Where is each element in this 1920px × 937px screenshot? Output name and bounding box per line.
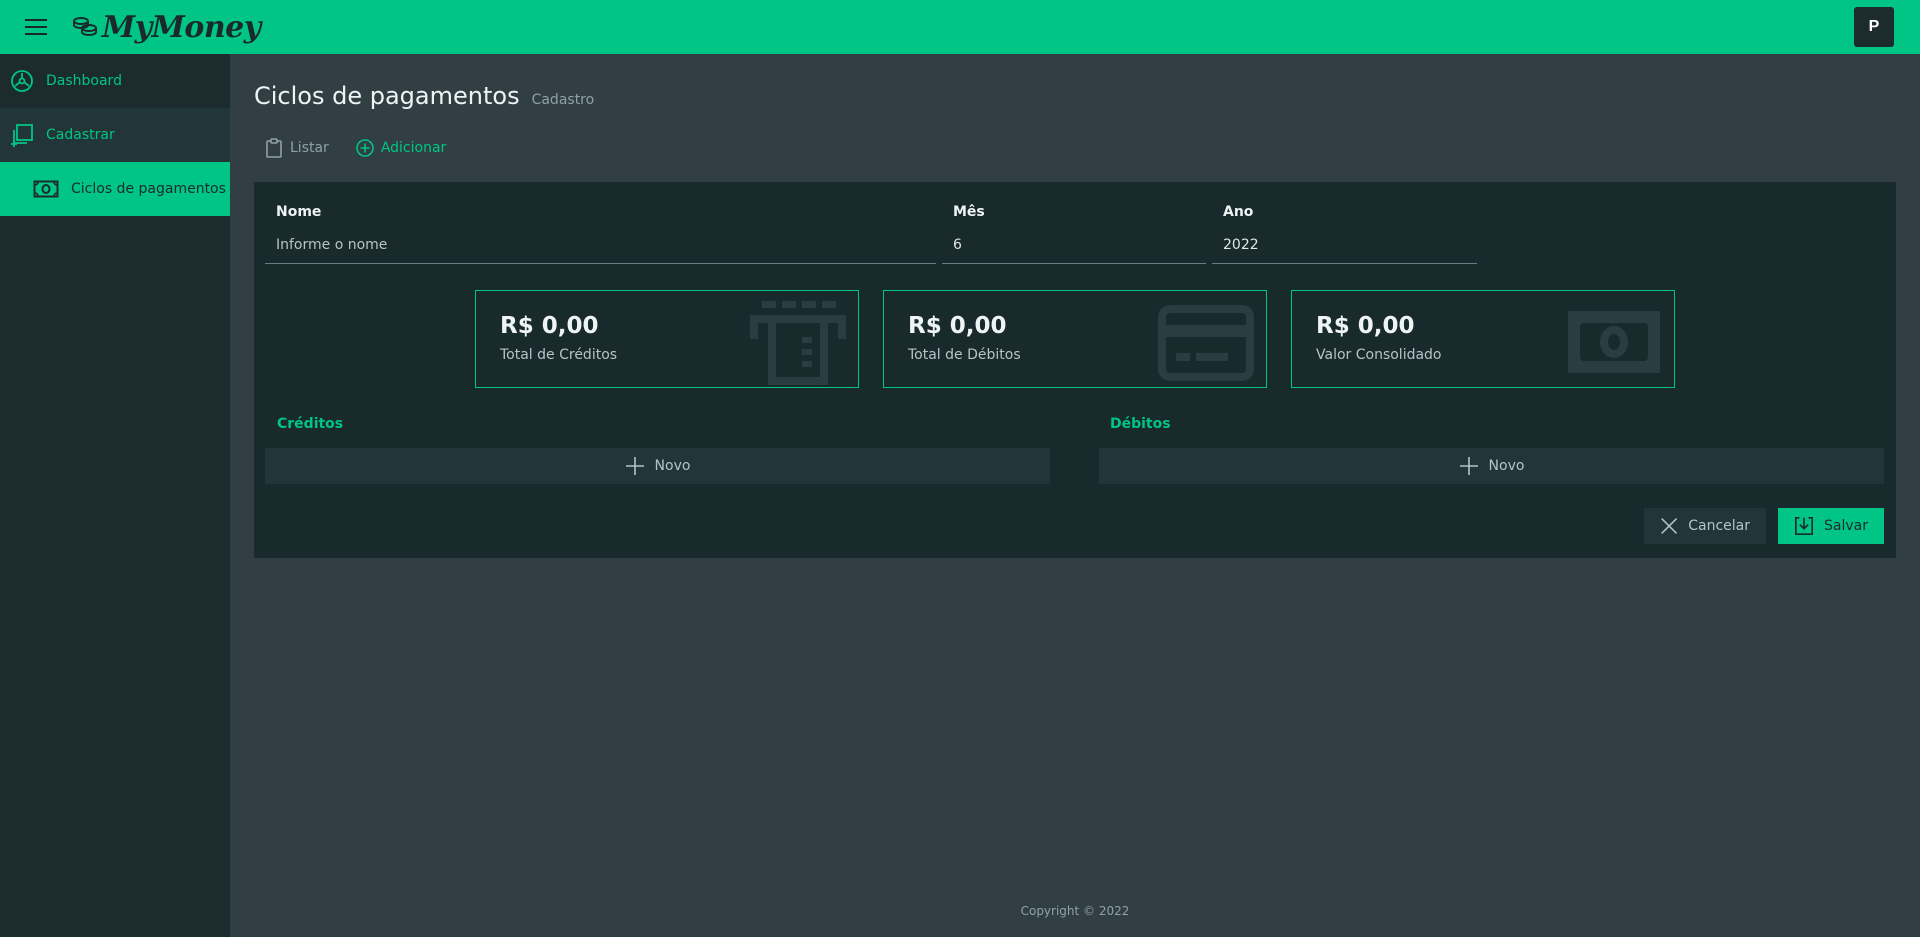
close-icon [1661, 518, 1678, 534]
sidebar-item-label: Cadastrar [46, 127, 115, 143]
sidebar-item-cadastrar[interactable]: Cadastrar [0, 108, 230, 162]
atm-icon [750, 301, 846, 385]
sidebar-item-label: Dashboard [46, 73, 122, 89]
cancel-button[interactable]: Cancelar [1644, 508, 1766, 544]
page-header: Ciclos de pagamentos Cadastro [254, 82, 594, 110]
hamburger-icon [25, 19, 47, 35]
name-label: Nome [276, 204, 322, 220]
form-panel: Nome Mês Ano R$ 0,00 Total de Créditos [254, 182, 1896, 558]
summary-debits-value: R$ 0,00 [908, 313, 1007, 339]
top-bar: MyMoney P [0, 0, 1920, 54]
money-bill-icon [1568, 311, 1660, 373]
add-debit-label: Novo [1488, 458, 1525, 474]
summary-credits-box: R$ 0,00 Total de Créditos [475, 290, 859, 388]
sidebar-item-ciclos-de-pagamentos[interactable]: Ciclos de pagamentos [0, 162, 230, 216]
credit-card-icon [1158, 305, 1254, 381]
summary-consolidated-label: Valor Consolidado [1316, 347, 1442, 363]
plus-circle-icon [356, 139, 374, 157]
sidebar-item-dashboard[interactable]: Dashboard [0, 54, 230, 108]
tab-listar[interactable]: Listar [264, 138, 329, 158]
tab-adicionar[interactable]: Adicionar [355, 138, 446, 158]
tab-bar: Listar Adicionar [264, 138, 446, 158]
debits-title: Débitos [1110, 416, 1171, 432]
coins-icon [73, 17, 97, 37]
page-subtitle: Cadastro [531, 92, 595, 108]
month-input[interactable] [942, 237, 1206, 264]
summary-debits-box: R$ 0,00 Total de Débitos [883, 290, 1267, 388]
tab-label: Listar [290, 140, 329, 156]
save-button[interactable]: Salvar [1778, 508, 1884, 544]
plus-icon [625, 457, 644, 475]
summary-credits-value: R$ 0,00 [500, 313, 599, 339]
add-debit-button[interactable]: Novo [1099, 448, 1884, 484]
sidebar-item-label: Ciclos de pagamentos [71, 181, 226, 197]
plus-icon [1459, 457, 1478, 475]
summary-consolidated-box: R$ 0,00 Valor Consolidado [1291, 290, 1675, 388]
save-label: Salvar [1824, 518, 1868, 534]
credits-title: Créditos [277, 416, 344, 432]
clipboard-icon [266, 138, 282, 158]
app-logo-text: MyMoney [102, 9, 261, 45]
add-credit-button[interactable]: Novo [265, 448, 1050, 484]
name-input[interactable] [265, 237, 936, 264]
year-field-group: Ano [1212, 204, 1477, 264]
add-copy-icon [10, 123, 34, 147]
footer-copyright: Copyright © 2022 [1020, 904, 1130, 918]
cancel-label: Cancelar [1688, 518, 1750, 534]
menu-toggle-button[interactable] [0, 0, 72, 54]
sidebar: Dashboard Cadastrar Ciclos de pagamentos [0, 54, 230, 937]
user-avatar[interactable]: P [1854, 7, 1894, 47]
month-label: Mês [953, 204, 985, 220]
money-bill-icon [33, 179, 59, 199]
add-credit-label: Novo [654, 458, 691, 474]
summary-debits-label: Total de Débitos [908, 347, 1021, 363]
year-input[interactable] [1212, 237, 1477, 264]
page-title: Ciclos de pagamentos [254, 82, 520, 110]
name-field-group: Nome [265, 204, 936, 264]
summary-credits-label: Total de Créditos [500, 347, 618, 363]
year-label: Ano [1223, 204, 1254, 220]
month-field-group: Mês [942, 204, 1206, 264]
main-content: Ciclos de pagamentos Cadastro Listar Adi… [230, 54, 1920, 937]
summary-consolidated-value: R$ 0,00 [1316, 313, 1415, 339]
dashboard-icon [10, 69, 34, 93]
save-download-icon [1795, 516, 1814, 536]
tab-label: Adicionar [380, 140, 447, 156]
app-logo[interactable]: MyMoney [72, 10, 261, 45]
